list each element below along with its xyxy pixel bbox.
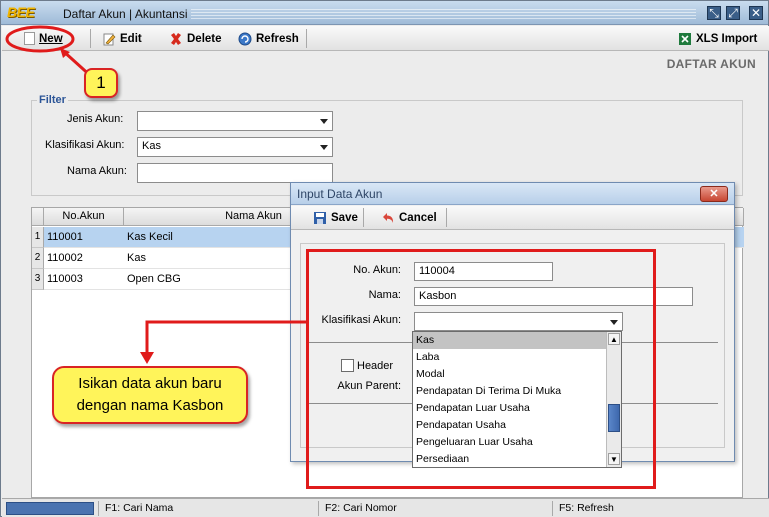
refresh-icon: [238, 32, 252, 45]
dialog-title-bar: Input Data Akun ✕: [291, 183, 734, 205]
jenis-akun-select[interactable]: [137, 111, 333, 131]
title-bar: BEE Daftar Akun | Akuntansi ⤡ ⤢ ✕: [1, 1, 768, 25]
toolbar-separator: [363, 208, 364, 227]
restore-icon[interactable]: ⤡: [707, 6, 721, 20]
klasifikasi-akun-label: Klasifikasi Akun:: [45, 139, 125, 151]
save-button-label: Save: [331, 211, 358, 224]
xls-import-label: XLS Import: [696, 32, 758, 45]
toolbar-separator: [90, 29, 91, 48]
page-heading: DAFTAR AKUN: [666, 57, 756, 71]
chevron-down-icon: [320, 119, 328, 124]
edit-button-label: Edit: [120, 32, 142, 45]
app-logo: BEE: [7, 4, 35, 20]
main-toolbar: New Edit Delete Refresh XLS Import: [2, 26, 769, 51]
klasifikasi-akun-select[interactable]: Kas: [137, 137, 333, 157]
delete-button[interactable]: Delete: [165, 29, 226, 48]
row-number: 3: [32, 269, 44, 290]
toolbar-separator: [306, 29, 307, 48]
dialog-toolbar: Save Cancel: [291, 206, 734, 230]
title-bar-texture: [191, 7, 696, 19]
status-bar: F1: Cari Nama F2: Cari Nomor F5: Refresh: [2, 498, 769, 517]
status-f2: F2: Cari Nomor: [318, 501, 552, 516]
status-f1: F1: Cari Nama: [98, 501, 318, 516]
nama-akun-label: Nama Akun:: [67, 165, 127, 177]
row-number: 1: [32, 227, 44, 248]
toolbar-separator: [446, 208, 447, 227]
filter-legend: Filter: [37, 94, 68, 106]
callout-line-1: Isikan data akun baru: [78, 375, 222, 392]
cancel-button-label: Cancel: [399, 211, 437, 224]
delete-x-icon: [171, 32, 181, 45]
undo-arrow-icon: [383, 212, 394, 223]
dialog-form-highlight: [306, 249, 656, 489]
instruction-callout: Isikan data akun baru dengan nama Kasbon: [52, 366, 248, 424]
chevron-down-icon: [320, 145, 328, 150]
window-title: Daftar Akun | Akuntansi: [63, 7, 188, 21]
jenis-akun-label: Jenis Akun:: [67, 113, 124, 125]
cell-no-akun: 110001: [44, 227, 124, 248]
column-header-no-akun[interactable]: No.Akun: [44, 208, 124, 226]
dialog-close-icon[interactable]: ✕: [700, 186, 728, 202]
new-button[interactable]: New: [20, 29, 67, 48]
xls-import-button[interactable]: XLS Import: [674, 29, 761, 48]
callout-line-2: dengan nama Kasbon: [76, 397, 224, 414]
excel-icon: [679, 32, 691, 45]
refresh-button-label: Refresh: [256, 32, 299, 45]
new-document-icon: [24, 32, 35, 45]
cell-no-akun: 110002: [44, 248, 124, 269]
new-button-label: New: [39, 32, 63, 45]
step-badge: 1: [84, 68, 118, 98]
cancel-button[interactable]: Cancel: [377, 208, 441, 227]
status-f5: F5: Refresh: [552, 501, 742, 516]
save-button[interactable]: Save: [309, 208, 362, 227]
row-number: 2: [32, 248, 44, 269]
dialog-title: Input Data Akun: [297, 187, 383, 201]
edit-button[interactable]: Edit: [98, 29, 146, 48]
table-corner: [32, 208, 44, 226]
progress-indicator: [6, 502, 94, 515]
close-icon[interactable]: ✕: [749, 6, 763, 20]
delete-button-label: Delete: [187, 32, 222, 45]
cell-no-akun: 110003: [44, 269, 124, 290]
refresh-button[interactable]: Refresh: [234, 29, 303, 48]
nama-akun-input[interactable]: [137, 163, 333, 183]
pencil-icon: [103, 33, 116, 45]
maximize-icon[interactable]: ⤢: [726, 6, 740, 20]
klasifikasi-akun-value: Kas: [142, 140, 161, 152]
floppy-disk-icon: [314, 211, 326, 224]
